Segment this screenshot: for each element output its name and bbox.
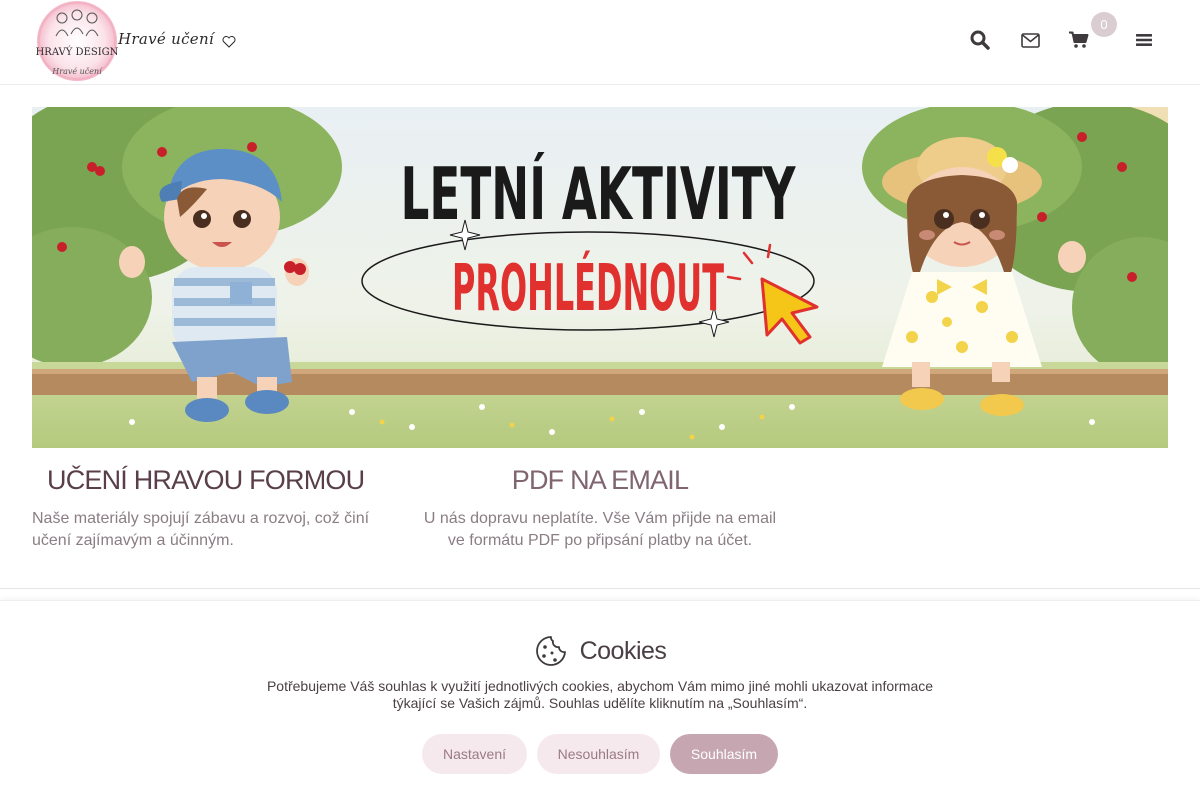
logo-script-text: Hravé učení [118,30,215,48]
section-divider [0,588,1200,589]
search-icon [970,30,990,50]
menu-button[interactable] [1132,28,1156,52]
banner-cta: PROHLÉDNOUT [452,250,724,326]
cart-button[interactable] [1067,28,1091,52]
banner-title: LETNÍ AKTIVITY [401,152,797,236]
cookie-title: Cookies [579,636,667,665]
contact-button[interactable] [1018,28,1042,52]
heart-icon [222,36,236,48]
logo-emblem: HRAVÝ DESIGN Hravé učení [36,1,119,81]
site-logo[interactable]: HRAVÝ DESIGN Hravé učení Hravé učení [32,0,237,82]
feature-pdf-email: PDF NA EMAIL U nás dopravu neplatíte. Vš… [420,462,780,552]
cart-count-badge: 0 [1091,12,1117,37]
feature-title: UČENÍ HRAVOU FORMOU [47,465,365,495]
cookie-reject-button[interactable]: Nesouhlasím [537,734,660,774]
cookie-icon [535,636,566,666]
summer-activities-banner[interactable]: LETNÍ AKTIVITY PROHLÉDNOUT [32,107,1168,448]
logo-subtext: Hravé učení [51,67,103,76]
cookie-description: Potřebujeme Váš souhlas k využití jednot… [266,678,934,711]
cookie-heading: Cookies [0,635,1200,667]
cookie-settings-button[interactable]: Nastavení [422,734,527,774]
hamburger-menu-icon [1136,34,1152,46]
logo-text: HRAVÝ DESIGN [36,46,119,58]
search-button[interactable] [968,28,992,52]
feature-text: Naše materiály spojují zábavu a rozvoj, … [32,510,370,549]
cookie-consent-panel: Cookies Potřebujeme Váš souhlas k využit… [0,600,1200,800]
feature-playful-learning: UČENÍ HRAVOU FORMOU Naše materiály spoju… [32,462,392,552]
feature-title: PDF NA EMAIL [511,465,689,495]
site-header: HRAVÝ DESIGN Hravé učení Hravé učení 0 [0,0,1200,85]
envelope-icon [1020,32,1040,48]
feature-text: U nás dopravu neplatíte. Vše Vám přijde … [423,510,777,549]
cookie-accept-button[interactable]: Souhlasím [670,734,778,774]
cart-icon [1069,31,1089,48]
banner-image: LETNÍ AKTIVITY PROHLÉDNOUT [32,107,1168,448]
